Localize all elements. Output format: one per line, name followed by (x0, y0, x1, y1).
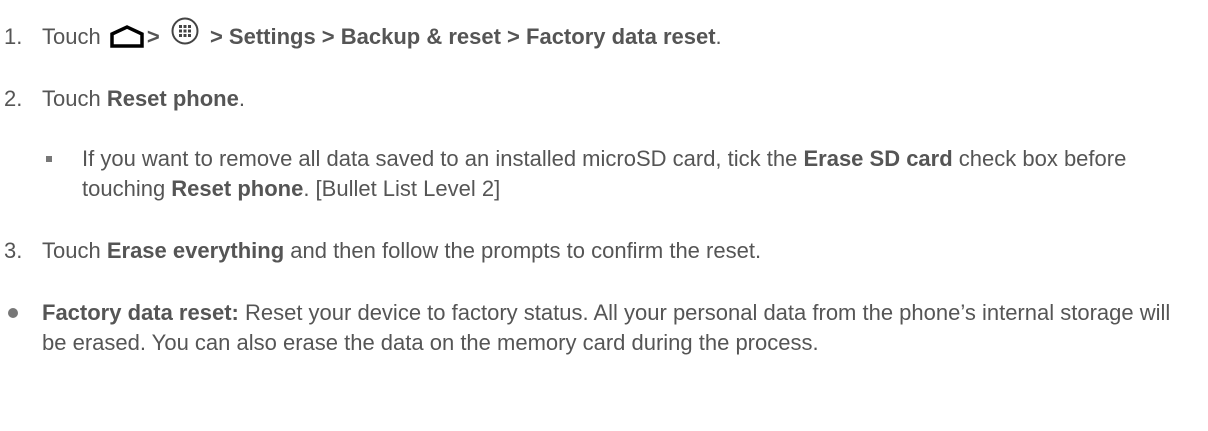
erase-everything-label: Erase everything (106, 238, 285, 263)
factory-data-reset-term: Factory data reset: (42, 300, 239, 325)
erase-sd-card-label: Erase SD card (803, 146, 953, 171)
step-rest: and then follow the prompts to confirm t… (284, 238, 762, 263)
bullet-text: Factory data reset: Reset your device to… (42, 298, 1192, 358)
reset-phone-label: Reset phone (171, 176, 304, 201)
step-text: Touch Erase everything and then follow t… (42, 236, 1198, 266)
sub-bullet-text-part: . [Bullet List Level 2] (303, 176, 501, 201)
step-prefix: Touch (42, 238, 107, 263)
home-outline-icon (109, 24, 145, 48)
round-bullet-icon (8, 308, 18, 318)
step-text: Touch Reset phone. (42, 84, 1198, 114)
reset-phone-label: Reset phone (106, 86, 239, 111)
step-number: 3. (4, 238, 23, 263)
settings-path: > Settings > Backup & reset > Factory da… (209, 24, 716, 49)
step-prefix: Touch (42, 86, 107, 111)
document-page: 1. Touch > > Settings > Backup & reset >… (0, 0, 1208, 431)
step-end: . (238, 86, 245, 111)
step-prefix: Touch (42, 24, 101, 49)
square-bullet-icon (46, 156, 52, 162)
sub-bullet-text: If you want to remove all data saved to … (82, 144, 1192, 204)
step-number: 1. (4, 24, 23, 49)
sub-bullet-text-part: If you want to remove all data saved to … (82, 146, 804, 171)
step-text: Touch > > Settings > Backup & reset > Fa… (42, 17, 1198, 52)
path-separator: > (146, 24, 160, 49)
step-end: . (715, 24, 722, 49)
step-number: 2. (4, 86, 23, 111)
all-apps-grid-icon (170, 16, 200, 46)
